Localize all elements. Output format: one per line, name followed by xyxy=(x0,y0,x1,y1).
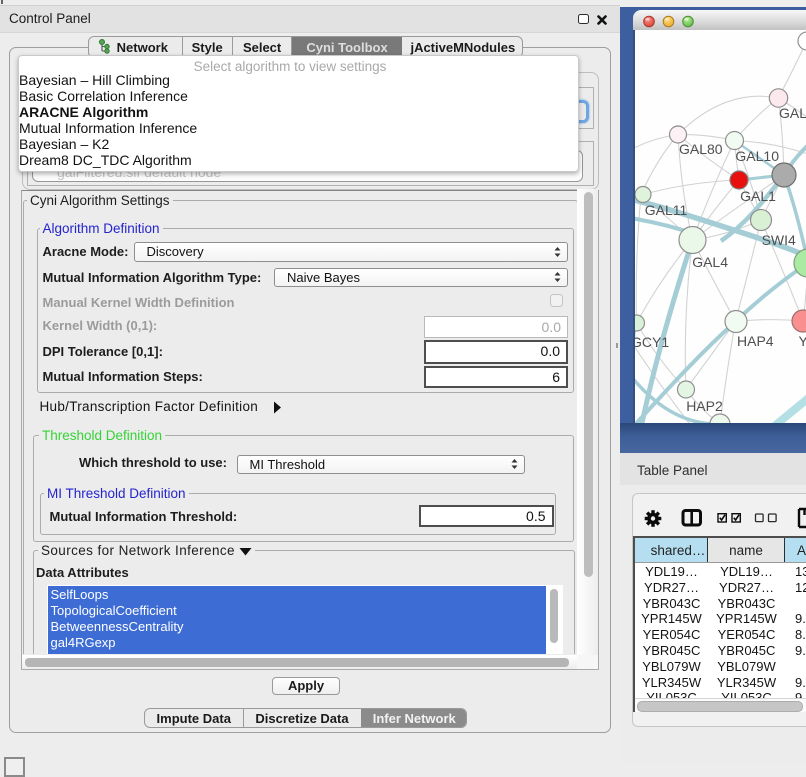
svg-text:GAL7: GAL7 xyxy=(779,105,806,121)
svg-text:HAP2: HAP2 xyxy=(686,398,723,414)
svg-text:GAL11: GAL11 xyxy=(645,202,688,218)
svg-text:GAL1: GAL1 xyxy=(740,188,776,204)
svg-text:GAL4: GAL4 xyxy=(692,254,728,270)
svg-text:YEL0: YEL0 xyxy=(799,333,806,349)
svg-text:GAL80: GAL80 xyxy=(679,141,723,157)
svg-text:GCY1: GCY1 xyxy=(635,334,669,350)
svg-text:HAP4: HAP4 xyxy=(737,333,774,349)
svg-text:GAL10: GAL10 xyxy=(735,148,779,164)
svg-text:SWI4: SWI4 xyxy=(762,232,796,248)
